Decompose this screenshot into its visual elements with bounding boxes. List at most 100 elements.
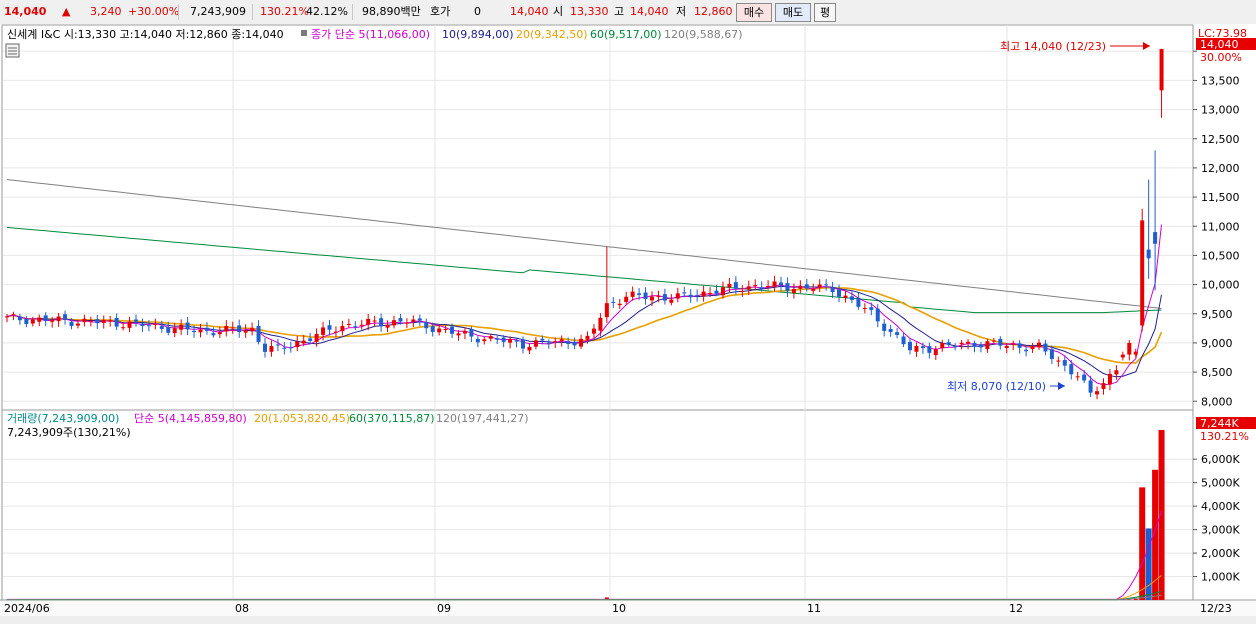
candle-body [875,308,880,322]
quote-bar: 14,040 ▲ 3,240 +30.00% 7,243,909 130.21%… [0,0,1256,25]
candle-body [1043,343,1048,352]
candle-body [321,327,326,335]
candle-body [637,293,642,295]
candle-body [69,321,74,326]
candle-body [791,289,796,294]
last-price-tag-text: 14,040 [1200,38,1239,51]
volume-bar [1145,528,1152,600]
candle-body [972,343,977,347]
volume-tick-label: 2,000K [1201,547,1240,560]
low-price: 12,860 [694,5,733,18]
candle-body [269,346,274,352]
candle-body [404,322,409,324]
candle-body [1101,383,1106,389]
candle-body [437,328,442,333]
candle-body [134,319,138,322]
vol-ma60-legend: 60(370,115,87) [349,412,435,425]
candle-body [82,318,87,323]
candle-body [121,327,126,329]
candle-body [230,327,235,329]
vol-ma20-legend: 20(1,053,820,45) [254,412,350,425]
volume: 7,243,909 [190,5,246,18]
price-tick-label: 11,000 [1201,220,1240,233]
candle-body [366,318,371,325]
candle-body [746,286,751,290]
candle-body [888,329,893,332]
candle-body [675,293,680,299]
ma20-legend: 20(9,342,50) [516,28,588,41]
candle-body [1075,376,1080,378]
candle-body [198,329,203,333]
month-label: 11 [807,602,821,615]
candle-body [340,325,345,332]
stock-chart: 13,500 13,000 12,500 12,000 11,500 11,000 10,5… [0,24,1256,624]
price-tick-label: 9,500 [1201,308,1233,321]
date-end: 12/23 [1200,602,1232,615]
candle-body [766,285,771,287]
candle-body [295,341,300,348]
candle-body [372,320,377,322]
candle-body [475,338,480,343]
volume-sub-label: 7,243,909주(130,21%) [7,426,131,439]
candle-body [908,341,912,351]
candle-body [546,342,551,344]
month-label: 08 [235,602,249,615]
candle-body [346,323,351,325]
ma120-legend: 120(9,588,67) [664,28,743,41]
date-start: 2024/06 [4,602,50,615]
candle-body [263,343,267,352]
vol-ma120-legend: 120(197,441,27) [436,412,529,425]
price-tick-label: 10,500 [1201,249,1240,262]
candle-body [327,325,332,330]
max-price-annotation: 최고 14,040 (12/23) [1000,40,1106,53]
trade-amount: 98,890백만 [362,5,421,18]
candle-body [250,328,255,332]
candle-body [282,347,287,349]
candle-body [1069,364,1074,375]
candle-body [224,325,229,332]
candle-body [114,317,119,327]
volume-bar [1158,430,1165,600]
open-label: 시 [553,5,564,18]
price-change: 3,240 [90,5,122,18]
candle-body [669,299,674,303]
candle-body [727,283,732,288]
candle-body [849,296,854,300]
candle-body [1146,249,1151,259]
price-tick-label: 8,500 [1201,366,1233,379]
sell-button[interactable]: 매도 [775,3,811,22]
candle-body [50,320,55,322]
candle-body [759,287,764,289]
candle-body [940,342,945,349]
candle-body [688,294,693,298]
candle-body [275,344,280,346]
candle-body [211,333,216,336]
flat-button[interactable]: 평 [814,3,836,22]
candle-body [443,329,448,331]
candle-body [895,332,900,335]
chart-scrollbar[interactable] [0,616,1256,624]
candle-body [617,303,622,306]
candle-body [398,318,403,322]
candle-body [30,319,35,324]
volume-tick-label: 1,000K [1201,571,1240,584]
candle-body [779,282,783,286]
candle-body [179,324,184,330]
month-label: 12 [1009,602,1023,615]
candle-body [333,331,338,333]
candle-body [43,315,48,321]
candle-body [869,307,874,310]
volume-tick-label: 6,000K [1201,453,1240,466]
candle-body [708,292,713,294]
candle-body [392,320,396,326]
price-tick-label: 8,000 [1201,395,1233,408]
price-tick-label: 13,500 [1201,74,1240,87]
candle-body [695,295,700,297]
candle-body [650,296,654,301]
up-arrow-icon: ▲ [62,5,71,18]
candle-body [75,323,80,326]
candle-body [682,292,687,294]
buy-button[interactable]: 매수 [736,3,772,22]
candle-body [379,318,384,327]
candle-body [243,330,248,333]
